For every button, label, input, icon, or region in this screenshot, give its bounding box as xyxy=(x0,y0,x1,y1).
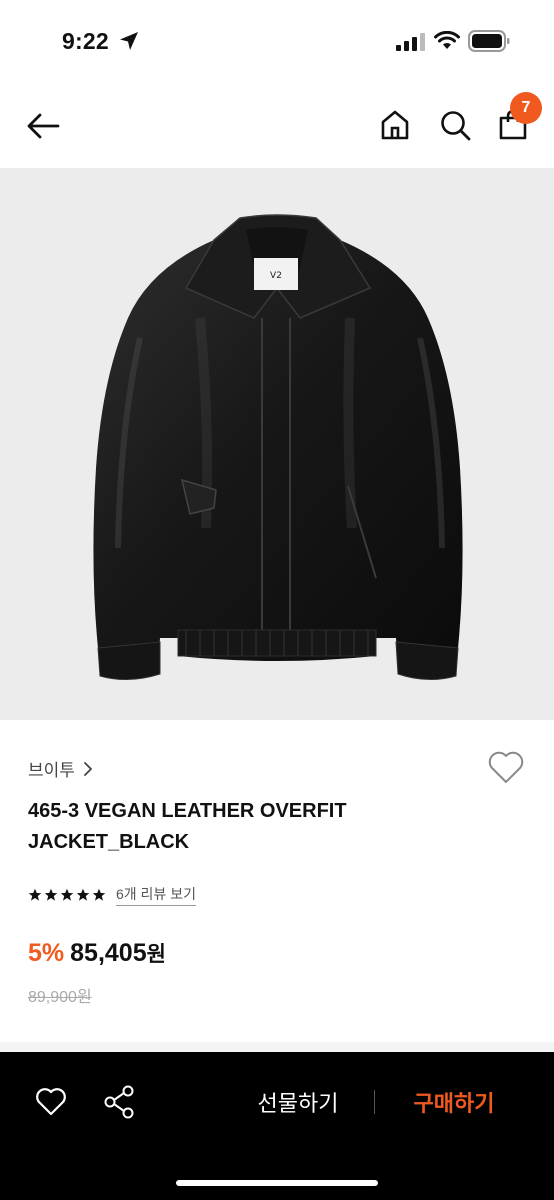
cellular-signal-icon xyxy=(396,33,425,51)
app-header xyxy=(0,84,554,168)
arrow-left-icon[interactable] xyxy=(24,106,64,146)
star-icon xyxy=(92,888,106,901)
brand-link[interactable]: 브이투 xyxy=(28,756,93,781)
gift-button[interactable]: 선물하기 xyxy=(236,1086,360,1118)
star-icon xyxy=(76,888,90,901)
search-icon[interactable] xyxy=(436,106,474,144)
wifi-icon xyxy=(434,31,460,49)
rating-row: 6개 리뷰 보기 xyxy=(28,884,196,906)
price-unit: 원 xyxy=(146,943,166,966)
button-separator xyxy=(374,1090,375,1114)
star-icon xyxy=(28,888,42,901)
status-bar: 9:22 xyxy=(0,0,554,84)
cart-count-badge: 7 xyxy=(510,92,542,124)
sale-price: 85,405 xyxy=(70,939,147,967)
chevron-right-icon xyxy=(84,761,92,776)
location-arrow-icon xyxy=(120,32,138,50)
buy-button[interactable]: 구매하기 xyxy=(392,1086,516,1118)
review-link[interactable]: 6개 리뷰 보기 xyxy=(116,884,196,906)
sale-price-group: 85,405원 xyxy=(70,938,166,968)
brand-name: 브이투 xyxy=(28,761,75,780)
garment-label-text: V2 xyxy=(270,271,282,281)
home-icon[interactable] xyxy=(376,106,414,144)
jacket-image: V2 xyxy=(93,214,463,680)
status-time: 9:22 xyxy=(62,28,109,54)
share-icon[interactable] xyxy=(102,1084,136,1120)
heart-icon[interactable] xyxy=(34,1086,68,1118)
price-row: 5% 85,405원 xyxy=(28,938,166,968)
heart-icon[interactable] xyxy=(486,748,526,786)
star-rating xyxy=(28,888,106,902)
discount-rate: 5% xyxy=(28,939,65,967)
product-title: 465-3 VEGAN LEATHER OVERFIT JACKET_BLACK xyxy=(28,800,347,853)
section-divider xyxy=(0,1042,554,1052)
star-icon xyxy=(60,888,74,901)
home-indicator xyxy=(176,1180,378,1186)
original-price: 89,900원 xyxy=(28,989,92,1006)
star-icon xyxy=(44,888,58,901)
product-image[interactable]: V2 xyxy=(0,168,554,720)
bottom-action-bar: 선물하기 구매하기 xyxy=(0,1052,554,1200)
battery-icon xyxy=(468,30,510,52)
